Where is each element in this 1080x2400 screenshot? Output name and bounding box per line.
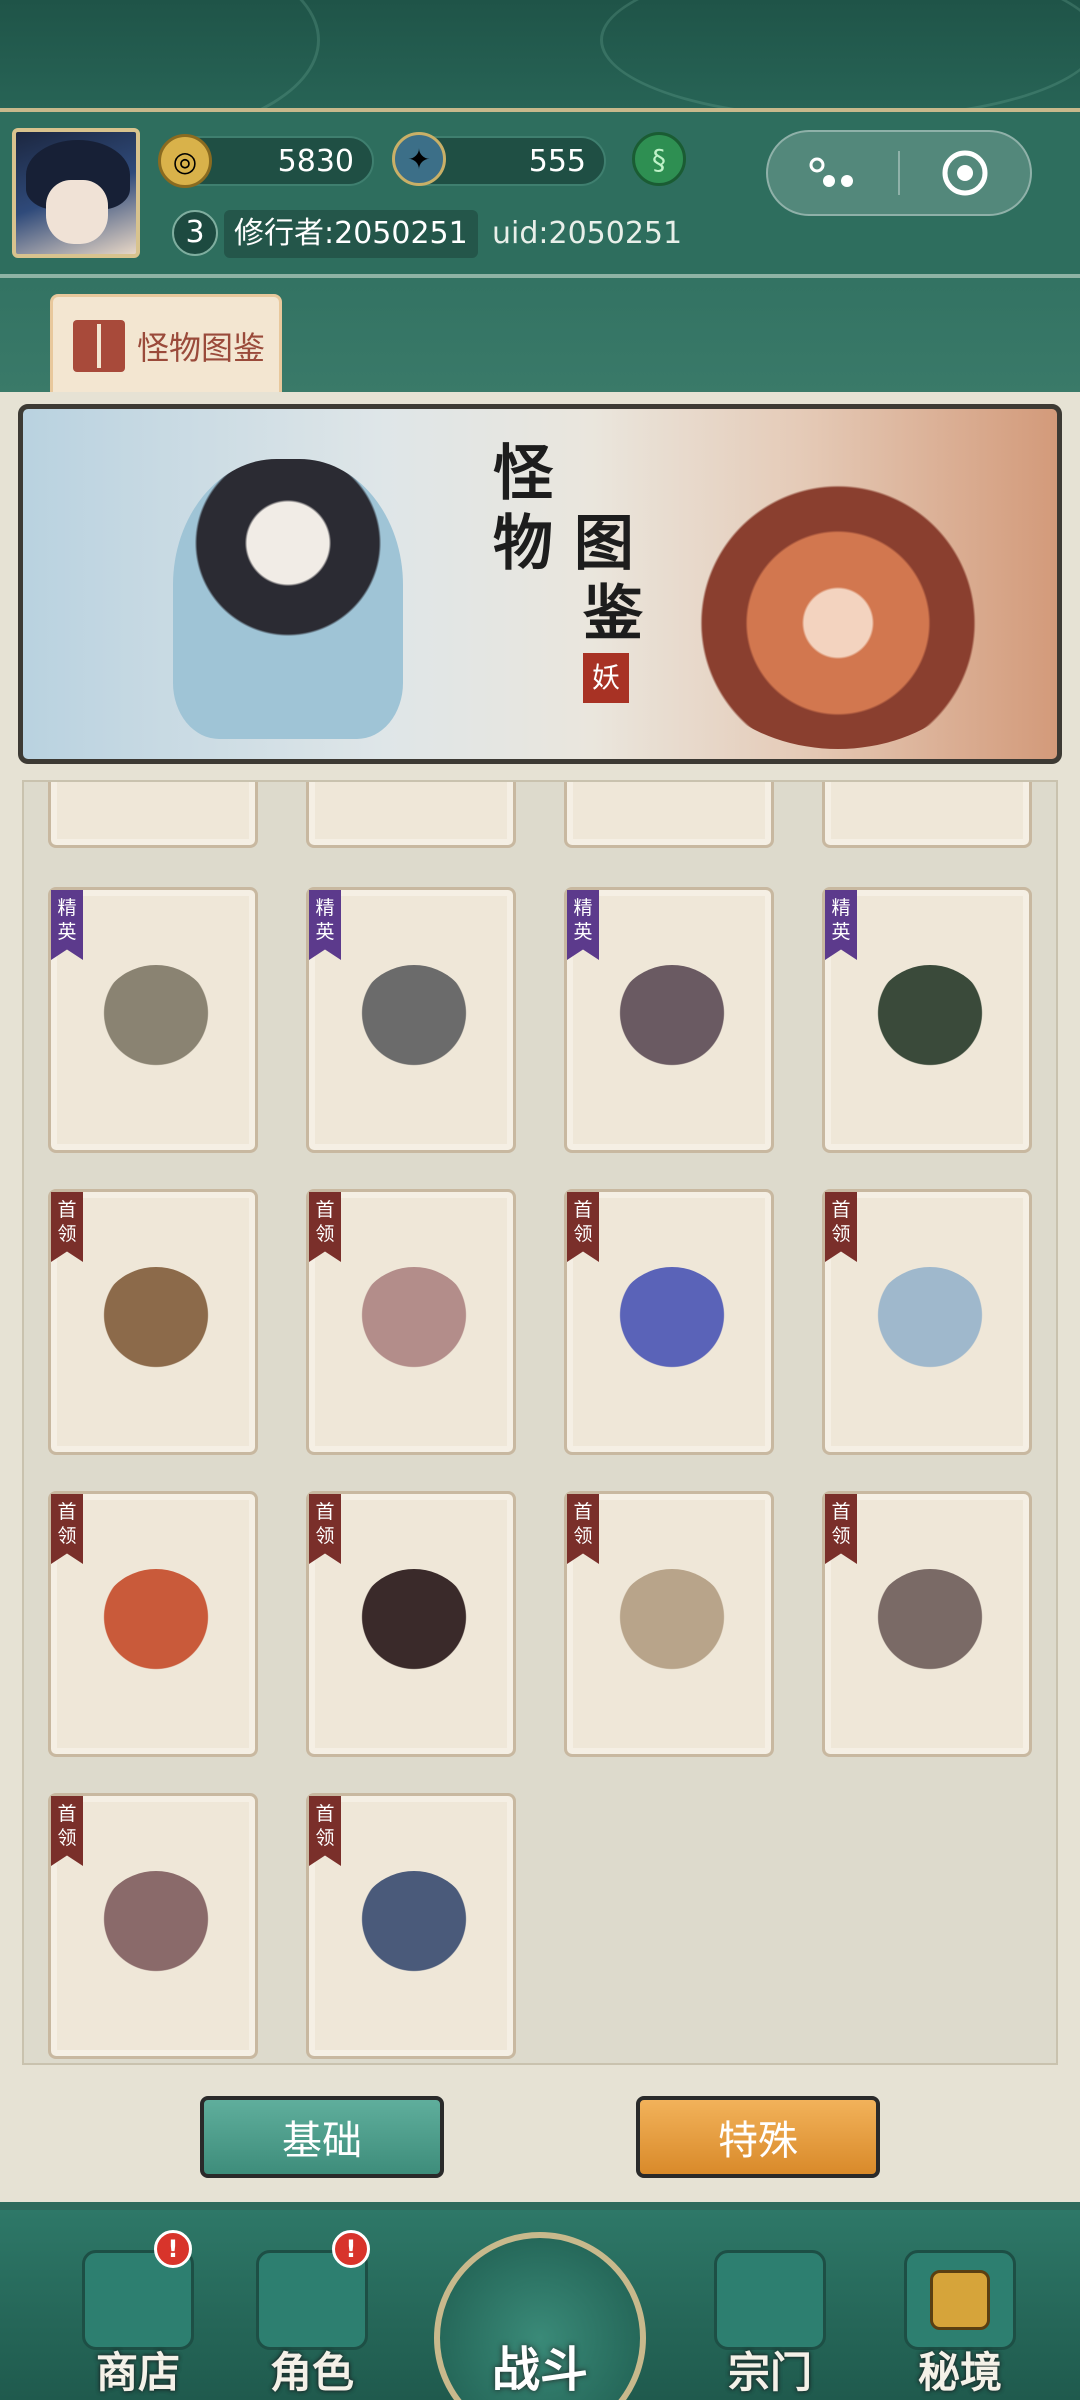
monster-card-partial[interactable] [564,782,774,848]
monster-card-partial[interactable] [48,782,258,848]
ice-spirit-illustration [173,459,403,739]
monster-card[interactable]: 首领 [822,1491,1032,1757]
boss-tag: 首领 [309,1494,341,1564]
monster-card[interactable]: 精英 [48,887,258,1153]
boss-tag: 首领 [309,1796,341,1866]
lock-icon [930,2270,990,2330]
monster-portrait [612,1267,732,1387]
avatar[interactable] [12,128,140,258]
monster-card[interactable]: 首领 [564,1491,774,1757]
tab-label: 怪物图鉴 [137,328,266,367]
monster-grid[interactable]: 精英精英精英精英首领首领首领首领首领首领首领首领首领首领 [22,780,1058,2065]
nav-sect[interactable]: 宗门 [690,2230,850,2400]
special-button[interactable]: 特殊 [636,2096,880,2178]
banner-stamp: 妖 [583,653,629,703]
boss-tag: 首领 [51,1192,83,1262]
boss-tag: 首领 [51,1796,83,1866]
nav-realm[interactable]: 秘境 [880,2230,1040,2400]
monster-card[interactable]: 精英 [564,887,774,1153]
tab-monster-codex[interactable]: 怪物图鉴 [50,294,282,394]
book-icon [73,319,125,372]
monster-card[interactable]: 首领 [306,1793,516,2059]
pagoda-icon [714,2250,826,2350]
player-uid: uid:2050251 [492,216,683,251]
monster-card[interactable]: 首领 [306,1189,516,1455]
monster-card[interactable]: 精英 [822,887,1032,1153]
close-miniprogram-icon[interactable] [900,132,1030,214]
boss-tag: 首领 [825,1494,857,1564]
monster-portrait [96,1267,216,1387]
elite-tag: 精英 [309,890,341,960]
elite-tag: 精英 [825,890,857,960]
monster-card-partial[interactable] [822,782,1032,848]
monster-card-partial[interactable] [306,782,516,848]
codex-banner: 怪 物 图 鉴 妖 [18,404,1062,764]
monster-portrait [870,965,990,1085]
monster-card[interactable]: 首领 [48,1189,258,1455]
boss-tag: 首领 [567,1494,599,1564]
miniprogram-capsule [766,130,1032,216]
monster-portrait [354,965,474,1085]
monster-card[interactable]: 首领 [48,1491,258,1757]
nav-battle-label: 战斗 [491,2342,588,2398]
nav-battle[interactable]: 战斗 [424,2212,656,2400]
notification-badge: ! [154,2230,192,2268]
level-badge: 3 [172,210,218,256]
monster-portrait [870,1569,990,1689]
monster-portrait [354,1267,474,1387]
gold-value: 5830 [277,143,354,179]
nav-sect-label: 宗门 [727,2348,812,2397]
elite-tag: 精英 [51,890,83,960]
boss-tag: 首领 [825,1192,857,1262]
nav-realm-label: 秘境 [917,2348,1002,2397]
monster-card[interactable]: 首领 [306,1491,516,1757]
elite-tag: 精英 [567,890,599,960]
nav-shop-label: 商店 [95,2348,180,2397]
monster-portrait [612,1569,732,1689]
nav-shop[interactable]: ! 商店 [58,2230,218,2400]
monster-portrait [612,965,732,1085]
monster-portrait [96,1569,216,1689]
monster-portrait [96,1871,216,1991]
monster-card[interactable]: 精英 [306,887,516,1153]
nav-role-label: 角色 [269,2348,354,2397]
basic-button[interactable]: 基础 [200,2096,444,2178]
monster-portrait [354,1569,474,1689]
player-name: 修行者:2050251 [224,210,478,258]
boss-tag: 首领 [51,1494,83,1564]
gem-icon: ✦ [392,132,446,186]
gem-value: 555 [528,143,586,179]
monster-card[interactable]: 首领 [822,1189,1032,1455]
notification-badge: ! [332,2230,370,2268]
monster-card[interactable]: 首领 [564,1189,774,1455]
monster-card[interactable]: 首领 [48,1793,258,2059]
jade-dragon-icon[interactable]: § [632,132,686,186]
monster-portrait [354,1871,474,1991]
gold-coin-icon: ◎ [158,134,212,188]
boss-tag: 首领 [567,1192,599,1262]
nav-role[interactable]: ! 角色 [232,2230,392,2400]
monster-portrait [870,1267,990,1387]
fire-spirit-illustration [673,469,1003,749]
boss-tag: 首领 [309,1192,341,1262]
monster-portrait [96,965,216,1085]
more-menu-icon[interactable] [768,132,898,214]
banner-title: 怪 物 图 鉴 [493,439,643,649]
